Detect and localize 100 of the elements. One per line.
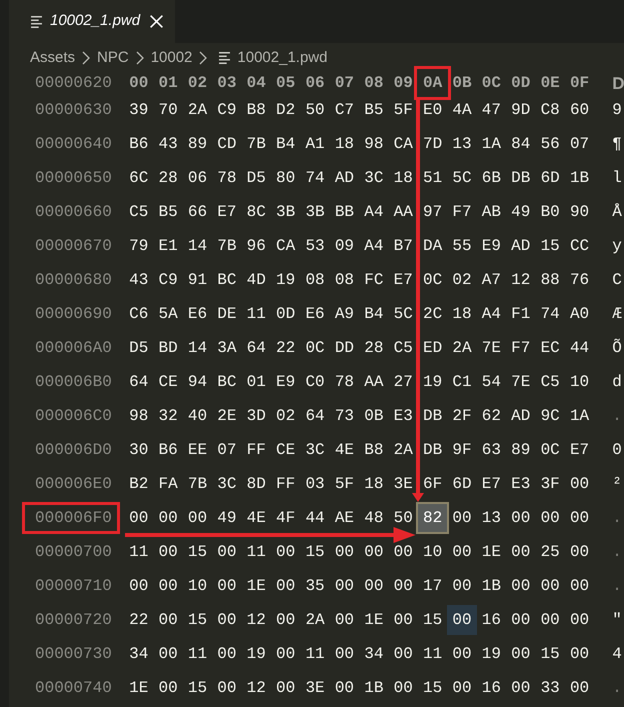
byte-value[interactable]: E0	[423, 102, 442, 118]
byte-value[interactable]: 2F	[452, 408, 472, 424]
byte-value[interactable]: 00	[394, 680, 413, 696]
byte-value[interactable]: 00	[364, 544, 384, 560]
byte-value[interactable]: B4	[364, 306, 384, 322]
byte-value[interactable]: 4F	[276, 510, 296, 526]
byte-value[interactable]: 4A	[452, 102, 472, 118]
byte-value[interactable]: 00	[570, 578, 590, 594]
byte-value[interactable]: 43	[158, 136, 178, 152]
byte-value[interactable]: 13	[482, 510, 501, 526]
byte-value[interactable]: A0	[570, 306, 590, 322]
byte-value[interactable]: 7E	[482, 340, 501, 356]
byte-value[interactable]: AB	[482, 204, 501, 220]
byte-value[interactable]: 00	[364, 578, 384, 594]
byte-value[interactable]: E6	[188, 306, 208, 322]
byte-value[interactable]: 12	[511, 272, 530, 288]
byte-value[interactable]: 74	[540, 306, 560, 322]
byte-value[interactable]: 00	[511, 612, 530, 628]
byte-value[interactable]: DD	[334, 340, 354, 356]
breadcrumb-item[interactable]: 10002	[150, 46, 192, 70]
byte-value[interactable]: DB	[511, 170, 530, 186]
byte-value[interactable]: 6D	[452, 476, 472, 492]
byte-value[interactable]: 00	[447, 605, 477, 635]
byte-value[interactable]: 18	[394, 170, 413, 186]
byte-value[interactable]: BD	[158, 340, 178, 356]
byte-value[interactable]: 40	[188, 408, 208, 424]
byte-value[interactable]: 00	[570, 476, 590, 492]
byte-value[interactable]: E9	[482, 238, 501, 254]
byte-value[interactable]: A4	[482, 306, 501, 322]
byte-value[interactable]: 11	[246, 306, 266, 322]
byte-value[interactable]: 2E	[217, 408, 236, 424]
decoded-char[interactable]: .	[612, 544, 622, 560]
byte-value[interactable]: 00	[129, 510, 148, 526]
byte-value[interactable]: 89	[511, 442, 530, 458]
byte-value[interactable]: D5	[129, 340, 148, 356]
byte-value[interactable]: EE	[188, 442, 208, 458]
byte-value[interactable]: 1B	[482, 578, 501, 594]
byte-value[interactable]: AA	[394, 204, 413, 220]
byte-value[interactable]: 00	[394, 544, 413, 560]
byte-value[interactable]: 98	[364, 136, 384, 152]
close-button[interactable]	[150, 15, 164, 28]
decoded-char[interactable]: ¶	[612, 136, 622, 152]
byte-value[interactable]: CA	[276, 238, 296, 254]
byte-value[interactable]: E7	[570, 442, 590, 458]
byte-value[interactable]: 00	[276, 680, 296, 696]
decoded-char[interactable]: Æ	[612, 306, 622, 322]
byte-value[interactable]: 00	[158, 680, 178, 696]
byte-value[interactable]: 00	[334, 680, 354, 696]
byte-value[interactable]: 70	[158, 102, 178, 118]
byte-value[interactable]: 15	[423, 612, 442, 628]
byte-value[interactable]: 13	[452, 136, 472, 152]
byte-value[interactable]: 32	[158, 408, 178, 424]
byte-value[interactable]: B8	[364, 442, 384, 458]
byte-value[interactable]: E7	[482, 476, 501, 492]
byte-value[interactable]: 11	[129, 544, 148, 560]
byte-value[interactable]: AE	[334, 510, 354, 526]
byte-value[interactable]: 17	[423, 578, 442, 594]
byte-value[interactable]: 00	[570, 510, 590, 526]
byte-value[interactable]: 00	[188, 510, 208, 526]
byte-value[interactable]: 97	[423, 204, 442, 220]
byte-value[interactable]: B5	[364, 102, 384, 118]
byte-value[interactable]: 2A	[452, 340, 472, 356]
byte-value[interactable]: 8D	[246, 476, 266, 492]
byte-value[interactable]: 7E	[511, 374, 530, 390]
byte-value[interactable]: AA	[364, 374, 384, 390]
byte-value[interactable]: 06	[188, 170, 208, 186]
byte-value[interactable]: CC	[570, 238, 590, 254]
byte-value[interactable]: 1A	[482, 136, 501, 152]
byte-value[interactable]: 22	[129, 612, 148, 628]
byte-value[interactable]: 55	[452, 238, 472, 254]
decoded-char[interactable]: 0	[612, 442, 622, 458]
byte-value[interactable]: ED	[423, 340, 442, 356]
byte-value[interactable]: B4	[276, 136, 296, 152]
byte-value[interactable]: 34	[364, 646, 384, 662]
byte-value[interactable]: 02	[276, 408, 296, 424]
byte-value[interactable]: 9F	[452, 442, 472, 458]
byte-value[interactable]: 15	[540, 238, 560, 254]
byte-value[interactable]: 64	[129, 374, 148, 390]
byte-value[interactable]: C6	[129, 306, 148, 322]
byte-value[interactable]: C8	[540, 102, 560, 118]
byte-value[interactable]: 00	[570, 646, 590, 662]
byte-value[interactable]: 27	[394, 374, 413, 390]
byte-value[interactable]: 00	[217, 612, 236, 628]
byte-value[interactable]: 7B	[217, 238, 236, 254]
byte-value[interactable]: A1	[305, 136, 325, 152]
byte-value[interactable]: 00	[217, 578, 236, 594]
byte-value[interactable]: 63	[482, 442, 501, 458]
breadcrumb-item[interactable]: Assets	[30, 46, 76, 70]
byte-value[interactable]: 82	[416, 502, 450, 534]
byte-value[interactable]: 5C	[452, 170, 472, 186]
byte-value[interactable]: 6C	[129, 170, 148, 186]
byte-value[interactable]: 22	[276, 340, 296, 356]
byte-value[interactable]: 5F	[334, 476, 354, 492]
byte-value[interactable]: D2	[276, 102, 296, 118]
byte-value[interactable]: 15	[423, 680, 442, 696]
byte-value[interactable]: 10	[188, 578, 208, 594]
decoded-char[interactable]: .	[612, 408, 622, 424]
byte-value[interactable]: 6F	[423, 476, 442, 492]
byte-value[interactable]: E6	[305, 306, 325, 322]
byte-value[interactable]: A9	[334, 306, 354, 322]
